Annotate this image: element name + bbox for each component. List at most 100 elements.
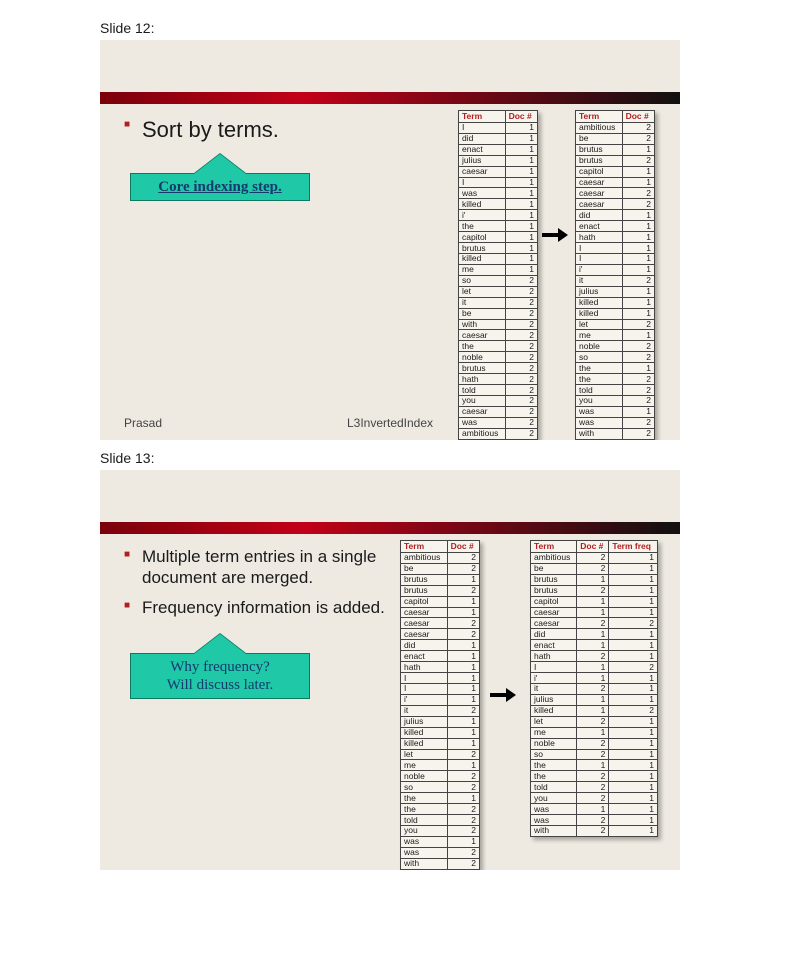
value-cell: 1 [609,673,658,684]
slide13-left-table: TermDoc #ambitious2be2brutus1brutus2capi… [400,540,480,870]
table-header: Term [576,111,623,123]
term-cell: caesar [459,406,506,417]
value-cell: 1 [622,253,654,264]
value-cell: 1 [609,727,658,738]
value-cell: 2 [609,705,658,716]
bullet-entries-merged: Multiple term entries in a single docume… [142,546,394,589]
table-header: Term [459,111,506,123]
table-row: it2 [459,297,538,308]
value-cell: 2 [447,705,479,716]
table-row: caesar11 [531,607,658,618]
value-cell: 1 [609,793,658,804]
table-row: hath21 [531,651,658,662]
bullet-frequency-added: Frequency information is added. [142,597,394,618]
term-cell: it [459,297,506,308]
term-cell: noble [531,738,577,749]
value-cell: 2 [447,618,479,629]
value-cell: 1 [609,552,658,563]
table-row: with2 [459,319,538,330]
value-cell: 1 [609,596,658,607]
term-cell: i' [401,694,448,705]
value-cell: 1 [577,727,609,738]
table-row: I1 [401,683,480,694]
value-cell: 1 [447,738,479,749]
term-cell: julius [401,716,448,727]
up-arrow-icon [194,154,246,174]
table-row: was2 [576,417,655,428]
value-cell: 1 [577,574,609,585]
value-cell: 1 [577,662,609,673]
term-cell: hath [531,651,577,662]
term-cell: capitol [531,596,577,607]
table-row: capitol11 [531,596,658,607]
value-cell: 2 [447,749,479,760]
table-row: so2 [459,275,538,286]
up-arrow-icon [194,634,246,654]
table-row: told2 [401,815,480,826]
right-arrow-icon [542,230,568,240]
table-row: was2 [401,847,480,858]
term-cell: noble [401,771,448,782]
table-row: capitol1 [401,596,480,607]
table-row: let2 [401,749,480,760]
value-cell: 1 [609,629,658,640]
value-cell: 1 [609,694,658,705]
term-cell: caesar [576,199,623,210]
value-cell: 2 [622,417,654,428]
term-cell: the [459,221,506,232]
term-cell: did [401,640,448,651]
table-row: me1 [401,760,480,771]
term-cell: noble [459,352,506,363]
term-cell: killed [401,738,448,749]
term-cell: caesar [459,166,506,177]
term-cell: let [576,319,623,330]
term-cell: was [459,417,506,428]
value-cell: 1 [577,694,609,705]
term-cell: hath [401,662,448,673]
table-header: Doc # [447,541,479,553]
value-cell: 1 [577,804,609,815]
table-row: ambitious2 [459,428,538,439]
table-row: caesar2 [576,199,655,210]
value-cell: 1 [577,596,609,607]
value-cell: 2 [622,385,654,396]
value-cell: 2 [622,188,654,199]
term-cell: the [459,341,506,352]
slide-13-label: Slide 13: [100,450,800,466]
callout-why-frequency: Why frequency? Will discuss later. [130,634,310,699]
callout-text: Core indexing step. [130,173,310,201]
value-cell: 2 [505,319,537,330]
value-cell: 2 [577,552,609,563]
value-cell: 1 [447,607,479,618]
table-row: julius1 [576,286,655,297]
value-cell: 1 [622,166,654,177]
value-cell: 1 [622,177,654,188]
value-cell: 1 [447,673,479,684]
page: Slide 12: Sort by terms. Core indexing s… [0,0,800,900]
table-row: you21 [531,793,658,804]
value-cell: 2 [577,793,609,804]
table-row: was1 [459,188,538,199]
slide-12-content: Sort by terms. Core indexing step. [124,116,444,201]
table-row: i'1 [401,694,480,705]
table-row: the1 [401,793,480,804]
value-cell: 1 [447,760,479,771]
term-cell: caesar [531,607,577,618]
term-cell: brutus [531,585,577,596]
term-cell: I [459,177,506,188]
value-cell: 1 [609,749,658,760]
value-cell: 2 [505,385,537,396]
value-cell: 2 [622,428,654,439]
term-cell: killed [459,253,506,264]
table-row: it21 [531,683,658,694]
table-row: I1 [576,253,655,264]
term-cell: brutus [576,144,623,155]
term-cell: me [576,330,623,341]
term-cell: was [576,417,623,428]
table-row: i'1 [576,264,655,275]
table-row: enact1 [576,221,655,232]
table-row: told2 [459,385,538,396]
term-cell: so [531,749,577,760]
value-cell: 2 [622,133,654,144]
term-cell: the [401,793,448,804]
